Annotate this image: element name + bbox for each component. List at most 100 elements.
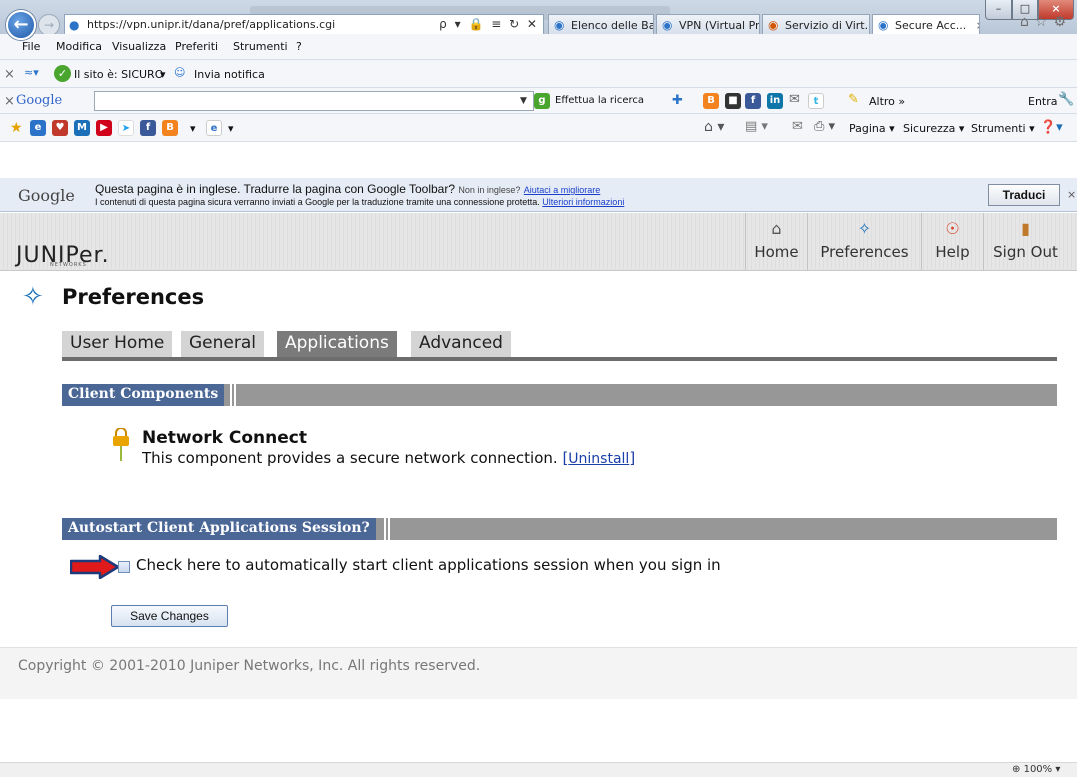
mail-icon[interactable]: ✉ (789, 92, 800, 107)
uninstall-link[interactable]: Uninstall (568, 451, 629, 467)
section-divider (234, 384, 236, 406)
delicious-icon[interactable]: ■ (725, 93, 741, 109)
chevron-down-icon[interactable]: ▾ (190, 122, 196, 135)
network-connect-title: Network Connect (142, 428, 307, 448)
menu-strumenti[interactable]: Strumenti (233, 40, 288, 53)
twitter-icon[interactable]: t (808, 93, 824, 109)
twitter-fav-icon[interactable]: ➤ (118, 120, 134, 136)
autostart-checkbox[interactable] (118, 561, 130, 573)
autostart-header: Autostart Client Applications Session? (62, 518, 1057, 540)
lifebuoy-icon: ☉ (945, 219, 960, 238)
minimize-button[interactable]: – (985, 0, 1012, 20)
close-tab-icon[interactable]: × (976, 19, 979, 32)
nav-sign-out-label: Sign Out (993, 243, 1058, 261)
ie-tab-icon: ◉ (662, 18, 673, 32)
pencil-icon[interactable]: ✎ (848, 92, 859, 107)
browser-tab-4-active[interactable]: ◉ Secure Acc... × (872, 14, 980, 36)
feed-icon[interactable]: ▤ ▾ (745, 119, 768, 134)
browser-tab-2[interactable]: ◉ VPN (Virtual Pr... (656, 14, 760, 36)
nav-preferences-label: Preferences (820, 243, 909, 261)
address-bar[interactable]: ● https://vpn.unipr.it/dana/pref/applica… (64, 14, 544, 36)
star-icon[interactable]: ☆ (1035, 14, 1054, 30)
notify-button[interactable]: Invia notifica (194, 68, 265, 81)
sicurezza-menu[interactable]: Sicurezza ▾ (903, 122, 964, 135)
chevron-down-icon[interactable]: ▾ (160, 68, 166, 81)
menu-visualizza[interactable]: Visualizza (112, 40, 166, 53)
facebook-fav-icon[interactable]: f (140, 120, 156, 136)
gear-icon[interactable]: ⚙ (1053, 14, 1072, 30)
nav-help[interactable]: ☉ Help (921, 213, 983, 271)
fav-icon-1[interactable]: ♥ (52, 120, 68, 136)
browser-tab-3[interactable]: ◉ Servizio di Virt... (762, 14, 870, 36)
autostart-checkbox-label[interactable]: Check here to automatically start client… (136, 556, 721, 574)
help-improve-link[interactable]: Aiutaci a migliorare (524, 185, 601, 195)
menu-preferiti[interactable]: Preferiti (175, 40, 218, 53)
google-logo: Google (18, 186, 75, 205)
tab-label: VPN (Virtual Pr... (679, 19, 759, 32)
blogger-icon[interactable]: B (703, 93, 719, 109)
tab-general[interactable]: General (181, 331, 264, 357)
print-icon[interactable]: ⎙ ▾ (814, 119, 835, 134)
back-button[interactable]: ← (6, 10, 36, 40)
translate-note: I contenuti di questa pagina sicura verr… (95, 197, 624, 207)
security-status[interactable]: Il sito è: SICURO (74, 68, 163, 81)
fav-icon-2[interactable]: M (74, 120, 90, 136)
arrow-right-icon: → (43, 18, 55, 32)
pagina-menu[interactable]: Pagina ▾ (849, 122, 895, 135)
menu-help[interactable]: ? (296, 40, 302, 53)
menu-file[interactable]: File (22, 40, 40, 53)
youtube-icon[interactable]: ▶ (96, 120, 112, 136)
pagina-label: Pagina (849, 122, 886, 135)
browser-tab-1[interactable]: ◉ Elenco delle Ba... (548, 14, 654, 36)
address-tools-icons[interactable]: ρ ▾ 🔒 ≡ ↻ ✕ (439, 17, 539, 31)
facebook-icon[interactable]: f (745, 93, 761, 109)
help-icon[interactable]: ❓▾ (1040, 120, 1063, 135)
address-url[interactable]: https://vpn.unipr.it/dana/pref/applicati… (87, 18, 335, 31)
home-icon[interactable]: ⌂ (1020, 14, 1035, 30)
translate-bar: Google Questa pagina è in inglese. Tradu… (0, 178, 1077, 212)
mail-read-icon[interactable]: ✉ (792, 119, 803, 134)
ie-fav-icon[interactable]: e (30, 120, 46, 136)
tab-applications[interactable]: Applications (277, 331, 397, 357)
google-search-input[interactable] (94, 91, 534, 111)
menu-bar: File Modifica Visualizza Preferiti Strum… (0, 34, 1077, 60)
translate-button[interactable]: Traduci (988, 184, 1060, 206)
zoom-icon: ⊕ (1012, 764, 1021, 775)
chevron-down-icon[interactable]: ▾ (228, 122, 234, 135)
ie-page-icon[interactable]: e (206, 120, 222, 136)
nav-preferences[interactable]: ✧ Preferences (807, 213, 921, 271)
close-icon[interactable]: × (4, 67, 15, 82)
blogger-fav-icon[interactable]: B (162, 120, 178, 136)
nav-home[interactable]: ⌂ Home (745, 213, 807, 271)
section-divider (388, 518, 390, 540)
wifi-icon[interactable]: ≈▾ (24, 66, 39, 79)
juniper-logo-subtitle: NETWORKS (50, 262, 87, 268)
translate-question: Questa pagina è in inglese. Tradurre la … (95, 182, 600, 196)
close-icon[interactable]: × (4, 94, 15, 109)
google-signin[interactable]: Entra (1028, 95, 1058, 108)
chevron-down-icon[interactable]: ▼ (520, 96, 527, 106)
menu-modifica[interactable]: Modifica (56, 40, 102, 53)
tab-advanced[interactable]: Advanced (411, 331, 511, 357)
people-icon: ☺ (174, 66, 186, 79)
more-info-link[interactable]: Ulteriori informazioni (542, 197, 624, 207)
more-button[interactable]: Altro » (869, 95, 905, 108)
google-search-button[interactable]: Effettua la ricerca (555, 95, 644, 106)
zoom-level: 100% (1023, 764, 1053, 775)
wrench-icon[interactable]: 🔧 (1058, 92, 1074, 107)
linkedin-icon[interactable]: in (767, 93, 783, 109)
close-icon[interactable]: × (1067, 188, 1076, 201)
home-icon[interactable]: ⌂ ▾ (704, 119, 724, 135)
section-divider (230, 384, 232, 406)
tab-user-home[interactable]: User Home (62, 331, 173, 357)
plus-icon[interactable]: ✚ (672, 93, 683, 108)
client-components-header: Client Components (62, 384, 1057, 406)
favorites-star-icon[interactable]: ★ (10, 120, 23, 136)
zoom-control[interactable]: ⊕ 100% ▾ (1012, 764, 1060, 775)
google-toolbar-logo[interactable]: Google (16, 93, 62, 108)
site-tab-icon: ◉ (768, 18, 779, 32)
nav-sign-out[interactable]: ▮ Sign Out (983, 213, 1067, 271)
save-changes-button[interactable]: Save Changes (111, 605, 228, 627)
forward-button[interactable]: → (38, 14, 60, 36)
strumenti-menu[interactable]: Strumenti ▾ (971, 122, 1035, 135)
